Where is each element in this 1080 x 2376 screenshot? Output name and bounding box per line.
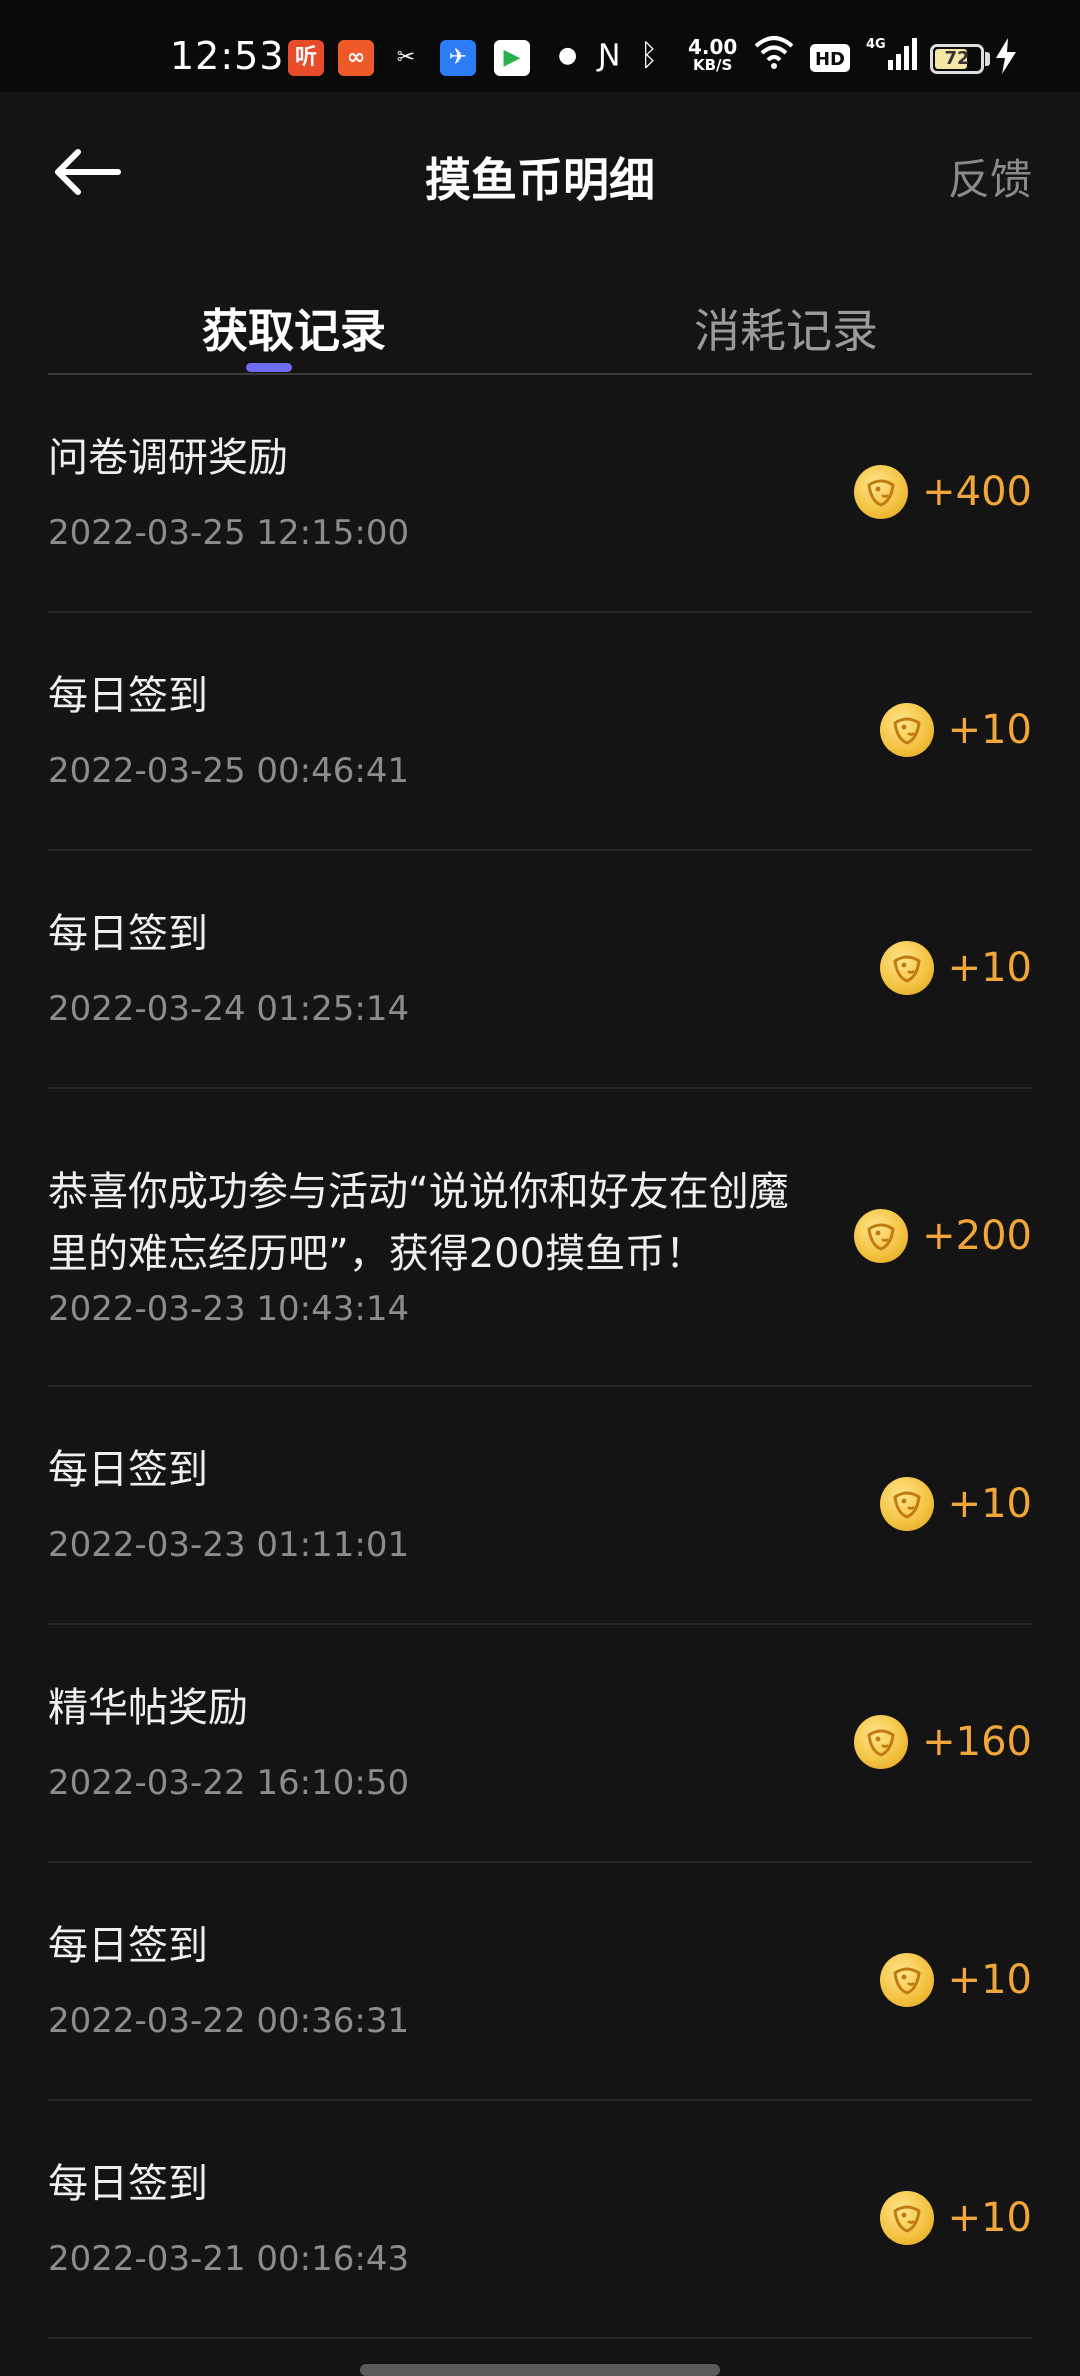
fish-coin-icon bbox=[854, 1715, 909, 1769]
record-amount-value: +10 bbox=[947, 1481, 1032, 1527]
signal-4g-icon: 4G bbox=[866, 34, 918, 83]
record-title: 每日签到 bbox=[48, 673, 208, 719]
network-speed-value: 4.00 bbox=[688, 35, 738, 59]
record-row: 每日签到 2022-03-22 00:36:31 +10 bbox=[48, 1863, 1032, 2101]
record-tabs: 获取记录 消耗记录 bbox=[48, 285, 1032, 375]
capcut-app-icon: ✂ bbox=[388, 40, 424, 76]
dot-icon: ● bbox=[558, 43, 578, 68]
battery-tip bbox=[985, 52, 990, 66]
record-row: 每日签到 2022-03-21 00:16:43 +10 bbox=[48, 2101, 1032, 2339]
bluetooth-icon: ᛒ bbox=[640, 38, 658, 73]
fish-coin-icon bbox=[879, 703, 934, 757]
tab-spend-records[interactable]: 消耗记录 bbox=[540, 295, 1032, 361]
fish-coin-icon bbox=[879, 2191, 934, 2245]
record-date: 2022-03-25 00:46:41 bbox=[48, 751, 410, 791]
fish-coin-icon bbox=[879, 1477, 934, 1531]
nfc-icon: Ɲ bbox=[598, 38, 621, 73]
status-bar: 12:53 听 ∞ ✂ ✈ ▶ ● Ɲ ᛒ 4.00 KB/S HD 4G 72 bbox=[0, 0, 1080, 92]
fish-coin-icon bbox=[879, 1953, 934, 2007]
ting-app-icon: 听 bbox=[288, 40, 324, 76]
record-date: 2022-03-22 16:10:50 bbox=[48, 1763, 410, 1803]
record-date: 2022-03-23 10:43:14 bbox=[48, 1289, 410, 1329]
status-time: 12:53 bbox=[170, 34, 285, 78]
svg-text:4G: 4G bbox=[866, 37, 886, 52]
record-amount: +400 bbox=[854, 465, 1032, 519]
record-amount: +10 bbox=[879, 2191, 1032, 2245]
record-amount-value: +10 bbox=[947, 707, 1032, 753]
feedback-button[interactable]: 反馈 bbox=[948, 146, 1032, 207]
active-tab-indicator bbox=[246, 363, 292, 372]
fish-coin-icon bbox=[879, 941, 934, 995]
record-date: 2022-03-23 01:11:01 bbox=[48, 1525, 410, 1565]
tab-earn-records[interactable]: 获取记录 bbox=[48, 295, 540, 361]
record-list: 问卷调研奖励 2022-03-25 12:15:00 +400 每日签到 2022-03… bbox=[48, 375, 1032, 2339]
record-row: 每日签到 2022-03-23 01:11:01 +10 bbox=[48, 1387, 1032, 1625]
record-date: 2022-03-25 12:15:00 bbox=[48, 513, 410, 553]
record-date: 2022-03-21 00:16:43 bbox=[48, 2239, 410, 2279]
record-amount-value: +160 bbox=[922, 1719, 1032, 1765]
record-amount: +10 bbox=[879, 941, 1032, 995]
record-title: 每日签到 bbox=[48, 1923, 208, 1969]
record-title: 恭喜你成功参与活动“说说你和好友在创魔里的难忘经历吧”，获得200摸鱼币！ bbox=[48, 1169, 789, 1277]
record-date: 2022-03-24 01:25:14 bbox=[48, 989, 410, 1029]
record-row: 精华帖奖励 2022-03-22 16:10:50 +160 bbox=[48, 1625, 1032, 1863]
record-amount-value: +10 bbox=[947, 1957, 1032, 2003]
record-row: 恭喜你成功参与活动“说说你和好友在创魔里的难忘经历吧”，获得200摸鱼币！ 202… bbox=[48, 1089, 1032, 1387]
record-title: 问卷调研奖励 bbox=[48, 435, 288, 481]
fish-coin-icon bbox=[854, 1209, 909, 1263]
record-amount-value: +10 bbox=[947, 945, 1032, 991]
kuaishou-app-icon: ∞ bbox=[338, 40, 374, 76]
battery-icon: 72 bbox=[930, 44, 984, 74]
charging-icon bbox=[994, 36, 1018, 85]
record-date: 2022-03-22 00:36:31 bbox=[48, 2001, 410, 2041]
page-title: 摸鱼币明细 bbox=[425, 153, 655, 207]
record-title: 每日签到 bbox=[48, 1447, 208, 1493]
record-title: 每日签到 bbox=[48, 2161, 208, 2207]
app-header: 摸鱼币明细 反馈 bbox=[0, 92, 1080, 262]
record-amount: +10 bbox=[879, 1477, 1032, 1531]
home-indicator[interactable] bbox=[360, 2364, 720, 2376]
network-speed-unit: KB/S bbox=[693, 56, 733, 74]
navigation-app-icon: ✈ bbox=[440, 40, 476, 76]
record-row: 每日签到 2022-03-25 00:46:41 +10 bbox=[48, 613, 1032, 851]
record-amount-value: +400 bbox=[922, 469, 1032, 515]
record-amount: +200 bbox=[854, 1209, 1032, 1263]
battery-level: 72 bbox=[944, 48, 970, 69]
record-row: 每日签到 2022-03-24 01:25:14 +10 bbox=[48, 851, 1032, 1089]
hd-voice-icon: HD bbox=[810, 44, 850, 72]
record-title: 精华帖奖励 bbox=[48, 1685, 248, 1731]
record-amount: +160 bbox=[854, 1715, 1032, 1769]
video-app-icon: ▶ bbox=[494, 40, 530, 76]
record-title: 每日签到 bbox=[48, 911, 208, 957]
record-amount-value: +10 bbox=[947, 2195, 1032, 2241]
network-speed: 4.00 KB/S bbox=[688, 35, 738, 74]
record-amount: +10 bbox=[879, 703, 1032, 757]
record-row: 问卷调研奖励 2022-03-25 12:15:00 +400 bbox=[48, 375, 1032, 613]
fish-coin-icon bbox=[854, 465, 909, 519]
wifi-icon bbox=[752, 32, 796, 81]
record-amount: +10 bbox=[879, 1953, 1032, 2007]
record-amount-value: +200 bbox=[922, 1213, 1032, 1259]
